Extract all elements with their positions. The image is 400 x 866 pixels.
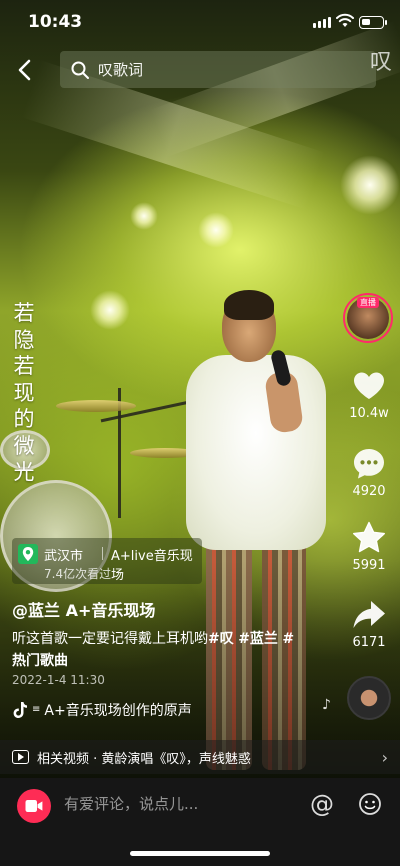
location-views: 7.4亿次看过 [44, 567, 112, 581]
stage-spotlight [90, 290, 130, 330]
favorite-button[interactable]: 5991 [344, 520, 394, 573]
lyric-char: 若 [13, 354, 35, 378]
comment-bubble-icon [354, 449, 384, 479]
lyric-char-decoration: 叹 [369, 50, 392, 75]
lyric-char: 微 [13, 433, 35, 458]
like-count: 10.4w [349, 406, 389, 421]
post-date: 2022-1-4 11:30 [12, 673, 105, 687]
search-bar[interactable]: 叹歌词 [60, 51, 376, 88]
status-time: 10:43 [28, 12, 83, 32]
location-venue: A+live音乐现场 [111, 549, 193, 583]
music-bars-icon: ≡ [32, 704, 41, 715]
author-name[interactable]: @蓝兰 A+音乐现场 [12, 597, 155, 621]
battery-cap [385, 20, 387, 25]
lyric-char: 若 [13, 301, 35, 325]
related-videos-bar[interactable]: 相关视频 · 黄龄演唱《叹》，声线魅惑 › [0, 740, 400, 774]
home-indicator [130, 851, 270, 856]
cymbal [56, 400, 136, 412]
comment-count: 4920 [352, 484, 386, 499]
status-bar: 10:43 [0, 0, 400, 46]
music-disc[interactable] [347, 676, 391, 720]
lyric-char: 现 [13, 380, 35, 405]
star-icon [353, 521, 385, 553]
tiktok-logo-icon [13, 702, 27, 718]
music-label: A+音乐现场创作的原声 [44, 703, 192, 719]
share-arrow-icon [353, 601, 385, 628]
hashtag-link[interactable]: #叹 [208, 631, 234, 647]
heart-icon [354, 372, 384, 399]
back-arrow-icon[interactable] [12, 56, 40, 84]
comment-input[interactable]: 有爱评论，说点儿... [64, 793, 198, 814]
mention-button[interactable]: @ [310, 790, 334, 818]
stage-spotlight [340, 155, 400, 215]
lyric-char: 隐 [13, 327, 35, 352]
music-info[interactable]: ≡ A+音乐现场创作的原声 [12, 700, 192, 720]
like-button[interactable]: 10.4w [344, 368, 394, 421]
lyric-char: 光 [13, 460, 35, 484]
location-city: 武汉市 [44, 549, 84, 564]
battery-level [362, 19, 370, 25]
search-query: 叹歌词 [98, 61, 144, 79]
music-note-icon: ♪ [322, 697, 331, 713]
description-text: 听这首歌一定要记得戴上耳机哟 [12, 631, 208, 647]
related-videos-text: 相关视频 · 黄龄演唱《叹》，声线魅惑 [37, 751, 251, 767]
search-icon [71, 61, 89, 79]
comment-button[interactable]: 4920 [344, 446, 394, 499]
chevron-right-icon: › [381, 747, 388, 767]
lyric-char: 的 [13, 407, 35, 431]
battery-icon [359, 16, 384, 29]
performer-body [186, 355, 326, 550]
favorite-count: 5991 [352, 558, 386, 573]
stage-spotlight [198, 212, 234, 248]
record-video-button[interactable] [17, 789, 51, 823]
hashtag-link[interactable]: #蓝兰 [238, 631, 278, 647]
location-chip[interactable]: 武汉市 A+live音乐现场 7.4亿次看过 [12, 538, 202, 584]
stage-spotlight [130, 202, 158, 230]
video-description: 听这首歌一定要记得戴上耳机哟#叹 #蓝兰 #热门歌曲 [12, 628, 302, 672]
share-button[interactable]: 6171 [344, 597, 394, 650]
live-badge: 直播 [357, 297, 379, 308]
vertical-lyric: 若隐若现的微光 [10, 300, 38, 486]
emoji-icon[interactable] [358, 792, 382, 816]
camera-icon [25, 800, 43, 812]
video-play-icon [12, 750, 29, 764]
location-separator [102, 547, 103, 560]
signal-icon [313, 17, 331, 28]
wifi-icon [336, 13, 354, 27]
location-pin-icon [18, 544, 38, 564]
performer-hair [224, 290, 274, 320]
share-count: 6171 [352, 635, 386, 650]
